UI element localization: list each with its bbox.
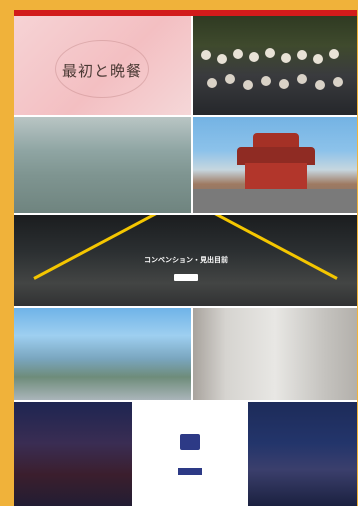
room-photo-tile[interactable]: [193, 308, 357, 400]
logo-title: 最初と晩餐: [61, 62, 142, 80]
night-street-photo-tile[interactable]: [14, 402, 132, 506]
road-headline: コンベンション・見出目前: [144, 256, 228, 264]
road-line-right: [212, 215, 338, 280]
mountain-photo-tile[interactable]: [14, 308, 191, 400]
building-icon: [180, 434, 200, 450]
wall-photo-tile[interactable]: [14, 117, 191, 213]
center-card-button[interactable]: [178, 468, 202, 475]
road-line-left: [33, 215, 159, 280]
temple-photo-tile[interactable]: [193, 117, 357, 213]
road-banner-tile[interactable]: コンベンション・見出目前: [14, 215, 357, 306]
city-night-photo-tile[interactable]: [248, 402, 357, 506]
center-card-tile[interactable]: [134, 402, 246, 506]
road-more-button[interactable]: [174, 274, 198, 281]
logo-tile[interactable]: 最初と晩餐: [14, 16, 191, 115]
image-grid: 最初と晩餐 コンベンション・見出目前: [14, 16, 357, 506]
temple-ground: [193, 189, 357, 213]
temple-body: [245, 163, 307, 189]
crowd-photo-tile[interactable]: [193, 16, 357, 115]
page: 最初と晩餐 コンベンション・見出目前: [0, 0, 358, 506]
